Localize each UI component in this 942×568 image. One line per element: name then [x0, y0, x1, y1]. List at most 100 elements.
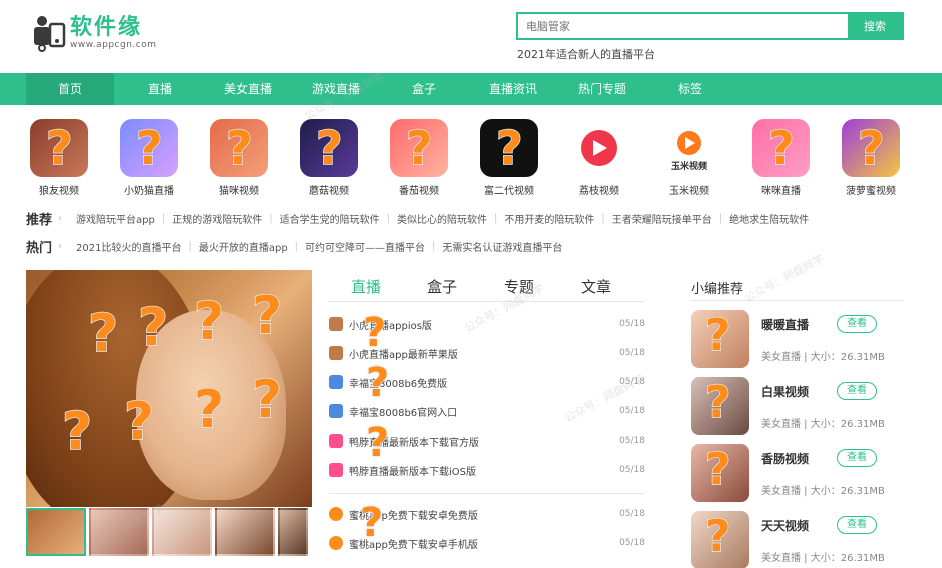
- news-item[interactable]: 小虎直播appios版 05/18: [329, 314, 645, 334]
- recommend-item[interactable]: ? 天天视频 查看 美女直播 | 大小：26.31MB: [691, 511, 906, 568]
- news-item[interactable]: 幸福宝8008b6官网入口 05/18: [329, 401, 645, 421]
- chevron-right-icon: ›: [58, 212, 63, 224]
- app-item[interactable]: ? 猫咪视频: [206, 119, 272, 197]
- tab-topics[interactable]: 专题: [504, 276, 534, 297]
- nav-item-live-news[interactable]: 直播资讯: [468, 73, 558, 105]
- news-item[interactable]: 蜜桃app免费下载安卓手机版 05/18: [329, 533, 645, 553]
- recommend-link[interactable]: 适合学生党的陪玩软件: [280, 211, 380, 226]
- hot-row: 热门 › 2021比较火的直播平台 | 最火开放的直播app | 可约可空降可——直…: [26, 236, 916, 256]
- app-label: 富二代视频: [484, 186, 534, 197]
- app-icon: ?: [30, 119, 88, 177]
- nav-item-live[interactable]: 直播: [116, 73, 204, 105]
- app-icon: ?: [300, 119, 358, 177]
- banner-image[interactable]: ? ? ? ? ? ? ? ?: [26, 270, 312, 507]
- news-item[interactable]: 鸭脖直播最新版本下载官方版 05/18: [329, 431, 645, 451]
- svg-text:玉米视频: 玉米视频: [671, 160, 707, 172]
- app-item[interactable]: ? 咪咪直播: [748, 119, 814, 197]
- banner-thumbnail[interactable]: [26, 508, 86, 556]
- tab-live[interactable]: 直播: [351, 276, 381, 297]
- tab-box[interactable]: 盒子: [427, 276, 457, 297]
- side-title: 小编推荐: [691, 282, 744, 297]
- news-item[interactable]: 幸福宝8008b6免费版 05/18: [329, 372, 645, 392]
- logo-url: www.appcgn.com: [70, 40, 157, 50]
- nav-item-home[interactable]: 首页: [26, 73, 114, 105]
- recommend-link[interactable]: 绝地求生陪玩软件: [729, 211, 809, 226]
- app-label: 玉米视频: [669, 186, 709, 197]
- app-label: 蘑菇视频: [309, 186, 349, 197]
- search-hint-link[interactable]: 2021年适合新人的直播平台: [517, 46, 655, 62]
- page: 软件缘 www.appcgn.com 搜索 2021年适合新人的直播平台 首页 …: [0, 0, 942, 568]
- recommend-row: 推荐 › 游戏陪玩平台app | 正规的游戏陪玩软件 | 适合学生党的陪玩软件 | 类…: [26, 208, 916, 228]
- banner-thumbnail[interactable]: [215, 508, 275, 556]
- search-bar: 搜索: [516, 12, 904, 40]
- chevron-right-icon: ›: [58, 240, 63, 252]
- app-icon: ?: [842, 119, 900, 177]
- site-logo[interactable]: 软件缘 www.appcgn.com: [30, 12, 170, 54]
- app-item[interactable]: 荔枝视频: [566, 119, 632, 197]
- app-thumbnail-icon: [329, 507, 343, 521]
- app-label: 狼友视频: [39, 186, 79, 197]
- hot-link[interactable]: 无需实名认证游戏直播平台: [442, 239, 562, 254]
- nav-item-tags[interactable]: 标签: [646, 73, 734, 105]
- view-button[interactable]: 查看: [837, 449, 877, 467]
- search-input[interactable]: [518, 14, 848, 38]
- recommend-item[interactable]: ? 白果视频 查看 美女直播 | 大小：26.31MB: [691, 377, 906, 437]
- view-button[interactable]: 查看: [837, 382, 877, 400]
- app-thumbnail-icon: [329, 536, 343, 550]
- recommend-title: 推荐: [26, 212, 53, 228]
- app-item[interactable]: ? 狼友视频: [26, 119, 92, 197]
- app-label: 菠萝蜜视频: [846, 186, 896, 197]
- app-item[interactable]: ? 菠萝蜜视频: [838, 119, 904, 197]
- app-thumbnail-icon: [329, 463, 343, 477]
- main-nav: 首页 直播 美女直播 游戏直播 盒子 直播资讯 热门专题 标签: [0, 73, 942, 105]
- recommend-link[interactable]: 类似比心的陪玩软件: [397, 211, 487, 226]
- app-item[interactable]: 玉米视频 玉米视频: [656, 119, 722, 197]
- search-button[interactable]: 搜索: [848, 14, 902, 38]
- recommend-item[interactable]: ? 暖暖直播 查看 美女直播 | 大小：26.31MB: [691, 310, 906, 370]
- app-icon: ?: [480, 119, 538, 177]
- tab-articles[interactable]: 文章: [581, 276, 611, 297]
- app-item[interactable]: ? 番茄视频: [386, 119, 452, 197]
- hot-title: 热门: [26, 240, 53, 256]
- logo-name: 软件缘: [70, 15, 143, 40]
- recommend-item[interactable]: ? 香肠视频 查看 美女直播 | 大小：26.31MB: [691, 444, 906, 504]
- app-thumbnail-icon: [329, 404, 343, 418]
- view-button[interactable]: 查看: [837, 315, 877, 333]
- recommend-link[interactable]: 王者荣耀陪玩接单平台: [612, 211, 712, 226]
- nav-item-game-live[interactable]: 游戏直播: [292, 73, 380, 105]
- recommend-link[interactable]: 不用开麦的陪玩软件: [504, 211, 594, 226]
- app-thumbnail-icon: [329, 346, 343, 360]
- app-icon: ?: [752, 119, 810, 177]
- news-item[interactable]: 小虎直播app最新苹果版 05/18: [329, 343, 645, 363]
- app-icon: ?: [390, 119, 448, 177]
- app-label: 咪咪直播: [761, 186, 801, 197]
- hot-link[interactable]: 2021比较火的直播平台: [76, 239, 181, 254]
- hot-link[interactable]: 最火开放的直播app: [199, 239, 288, 254]
- app-icon: [570, 119, 628, 177]
- banner-thumbnail[interactable]: [152, 508, 212, 556]
- nav-item-box[interactable]: 盒子: [380, 73, 468, 105]
- banner-thumbnails: [26, 508, 312, 558]
- banner-thumbnail[interactable]: [278, 508, 308, 556]
- nav-item-beauty-live[interactable]: 美女直播: [204, 73, 292, 105]
- nav-item-hot-topics[interactable]: 热门专题: [558, 73, 646, 105]
- banner-thumbnail[interactable]: [89, 508, 149, 556]
- app-thumbnail: ?: [691, 310, 749, 368]
- news-item[interactable]: 蜜桃app免费下载安卓免费版 05/18: [329, 504, 645, 524]
- app-thumbnail: ?: [691, 511, 749, 568]
- app-item[interactable]: ? 小奶猫直播: [116, 119, 182, 197]
- app-label: 猫咪视频: [219, 186, 259, 197]
- news-item[interactable]: 鸭脖直播最新版本下载iOS版 05/18: [329, 460, 645, 480]
- recommend-link[interactable]: 游戏陪玩平台app: [76, 211, 155, 226]
- view-button[interactable]: 查看: [837, 516, 877, 534]
- recommend-link[interactable]: 正规的游戏陪玩软件: [172, 211, 262, 226]
- app-item[interactable]: ? 富二代视频: [476, 119, 542, 197]
- app-item[interactable]: ? 蘑菇视频: [296, 119, 362, 197]
- divider: [329, 493, 645, 494]
- app-thumbnail: ?: [691, 444, 749, 502]
- logo-icon: [30, 14, 66, 52]
- watermark-text: 公众号：网盘网学: [742, 252, 827, 305]
- app-label: 荔枝视频: [579, 186, 619, 197]
- app-icon: 玉米视频: [660, 119, 718, 177]
- hot-link[interactable]: 可约可空降可——直播平台: [305, 239, 425, 254]
